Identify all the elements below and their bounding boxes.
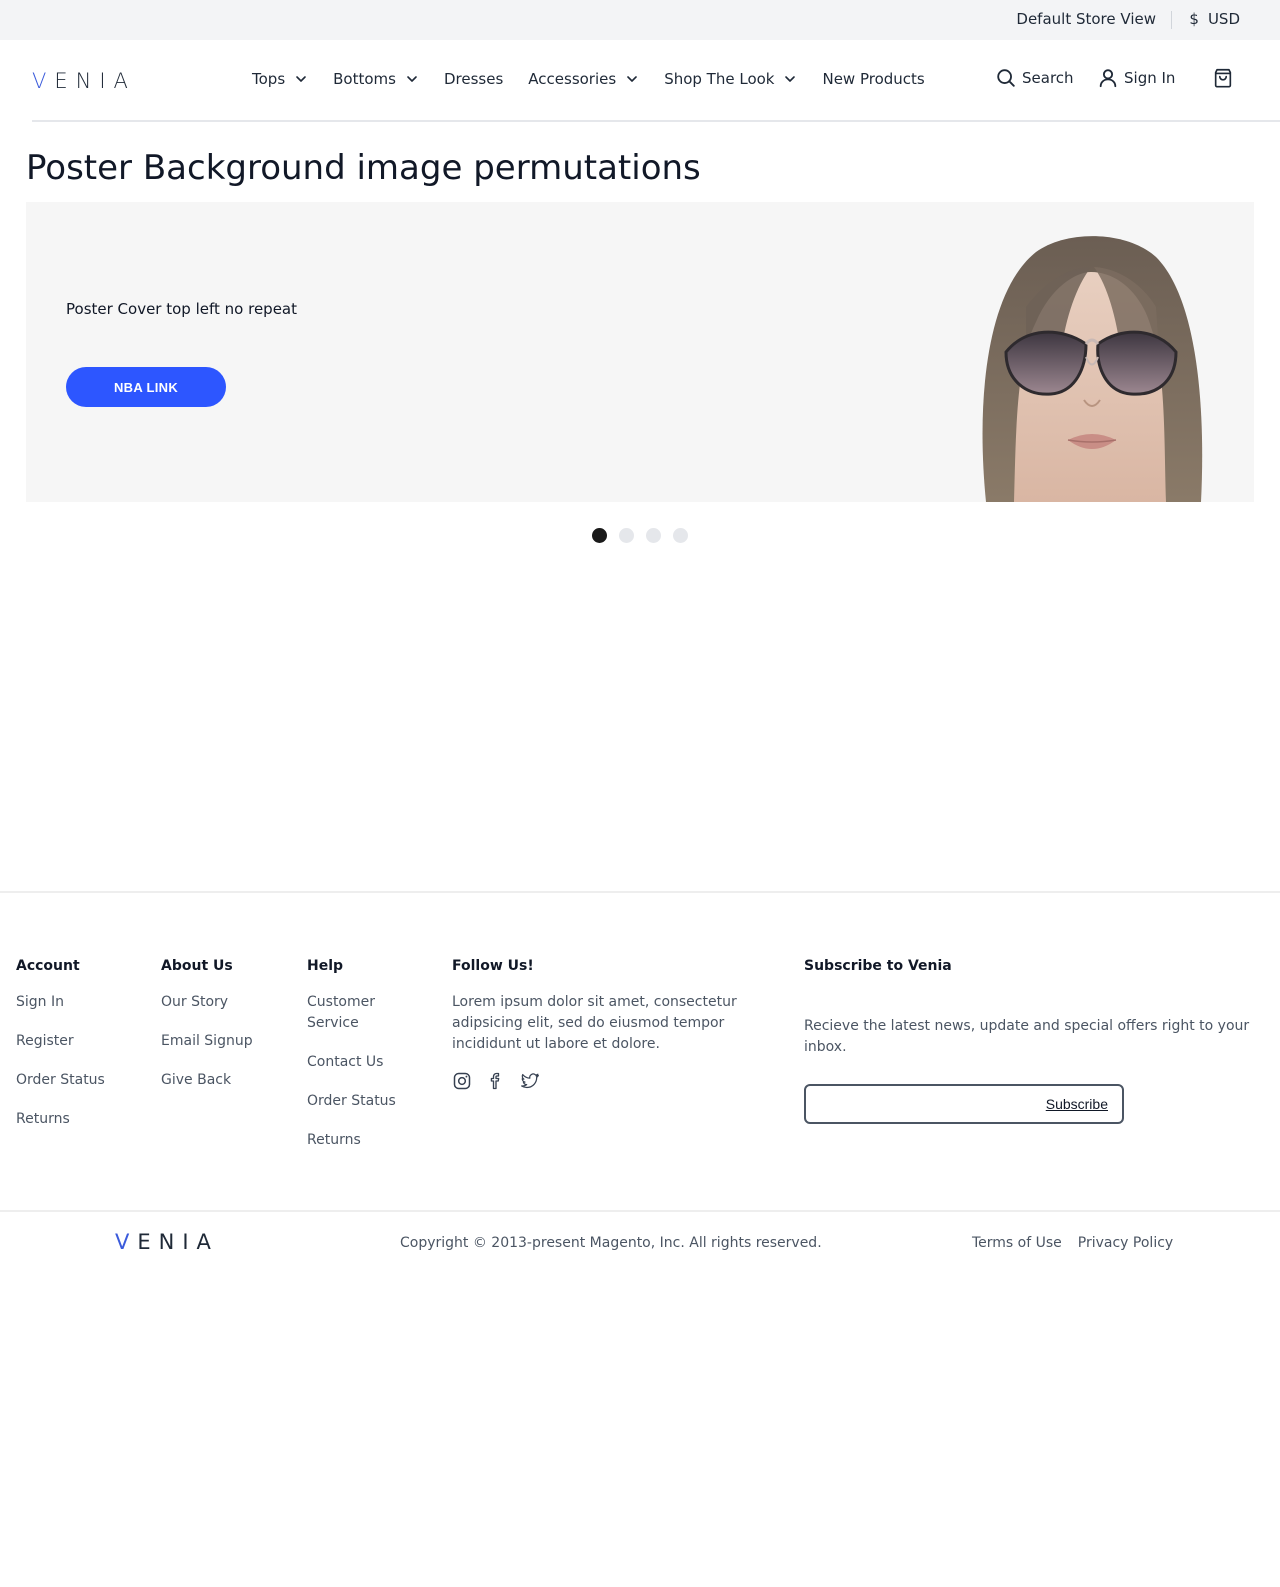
subscribe-email-input[interactable]	[814, 1092, 1034, 1116]
footer-heading: Follow Us!	[452, 958, 534, 974]
user-icon	[1099, 69, 1117, 88]
nba-link-button[interactable]: NBA LINK	[66, 367, 226, 407]
carousel-dot-1[interactable]	[592, 528, 607, 543]
footer-link-order-status[interactable]: Order Status	[16, 1070, 105, 1091]
terms-of-use-link[interactable]: Terms of Use	[972, 1235, 1062, 1251]
social-links	[452, 1071, 742, 1095]
footer-link-contact-us[interactable]: Contact Us	[307, 1052, 417, 1073]
subscribe-description: Recieve the latest news, update and spec…	[804, 1018, 1250, 1055]
twitter-icon[interactable]	[520, 1071, 540, 1095]
search-trigger[interactable]: Search	[995, 67, 1074, 89]
footer-heading: About Us	[161, 958, 233, 974]
nav-item-new-products[interactable]: New Products	[822, 70, 924, 88]
legal-links: Terms of Use Privacy Policy	[972, 1235, 1189, 1251]
nav-item-bottoms[interactable]: Bottoms	[333, 70, 419, 88]
poster-banner: Poster Cover top left no repeat NBA LINK	[26, 202, 1254, 502]
footer-link-our-story[interactable]: Our Story	[161, 992, 253, 1013]
footer-venia-logo[interactable]: VENIA	[115, 1230, 219, 1254]
sign-in-trigger[interactable]: Sign In	[1097, 67, 1175, 89]
currency-switcher[interactable]: $ USD	[1189, 10, 1240, 28]
currency-symbol: $	[1189, 10, 1199, 28]
site-header: VENIA Tops Bottoms Dresses Accessories S…	[0, 40, 1280, 122]
currency-code: USD	[1207, 10, 1240, 28]
nav-item-tops[interactable]: Tops	[252, 70, 308, 88]
nav-item-shop-the-look[interactable]: Shop The Look	[664, 70, 797, 88]
nav-label: Bottoms	[333, 70, 396, 88]
carousel-dots	[592, 528, 700, 543]
page-title: Poster Background image permutations	[26, 148, 701, 188]
footer-column-help: Help Customer Service Contact Us Order S…	[307, 958, 417, 1169]
footer-link-customer-service[interactable]: Customer Service	[307, 992, 417, 1034]
nav-label: Dresses	[443, 70, 504, 88]
subscribe-button[interactable]: Subscribe	[1046, 1096, 1108, 1112]
main-navigation: Tops Bottoms Dresses Accessories Shop Th…	[252, 70, 950, 88]
venia-logo[interactable]: VENIA	[32, 69, 136, 93]
footer-link-returns[interactable]: Returns	[307, 1130, 417, 1151]
carousel-dot-2[interactable]	[619, 528, 634, 543]
footer-link-register[interactable]: Register	[16, 1031, 105, 1052]
store-switcher[interactable]: Default Store View	[1016, 10, 1156, 28]
shopping-bag-icon	[1214, 68, 1232, 88]
logo-v: V	[32, 69, 55, 93]
footer-column-account: Account Sign In Register Order Status Re…	[16, 958, 105, 1148]
sign-in-label: Sign In	[1124, 69, 1176, 87]
nav-item-accessories[interactable]: Accessories	[528, 70, 639, 88]
nav-label: Shop The Look	[664, 70, 775, 88]
footer-link-give-back[interactable]: Give Back	[161, 1070, 253, 1091]
footer-column-subscribe: Subscribe to Venia Recieve the latest ne…	[804, 958, 1274, 1058]
footer-column-follow: Follow Us! Lorem ipsum dolor sit amet, c…	[452, 958, 742, 1095]
nav-item-dresses[interactable]: Dresses	[444, 70, 503, 88]
privacy-policy-link[interactable]: Privacy Policy	[1078, 1235, 1173, 1251]
utility-divider	[1171, 11, 1172, 29]
footer-link-email-signup[interactable]: Email Signup	[161, 1031, 253, 1052]
footer-heading: Subscribe to Venia	[804, 958, 952, 974]
facebook-icon[interactable]	[486, 1071, 506, 1095]
logo-v: V	[115, 1230, 138, 1254]
search-label: Search	[1022, 69, 1074, 87]
banner-text: Poster Cover top left no repeat	[66, 300, 297, 318]
nav-label: Tops	[252, 70, 286, 88]
carousel-dot-4[interactable]	[673, 528, 688, 543]
follow-text: Lorem ipsum dolor sit amet, consectetur …	[452, 994, 737, 1052]
chevron-down-icon	[627, 76, 637, 82]
nav-label: New Products	[822, 70, 925, 88]
chevron-down-icon	[785, 76, 796, 82]
chevron-down-icon	[407, 76, 417, 82]
chevron-down-icon	[296, 76, 306, 82]
footer-heading: Account	[16, 958, 80, 974]
footer-heading: Help	[307, 958, 344, 974]
copyright-text: Copyright © 2013-present Magento, Inc. A…	[400, 1235, 822, 1251]
carousel-dot-3[interactable]	[646, 528, 661, 543]
subscribe-form: Subscribe	[804, 1084, 1124, 1124]
footer-divider	[0, 891, 1280, 893]
nav-label: Accessories	[528, 70, 617, 88]
cart-trigger[interactable]	[1212, 67, 1239, 93]
model-portrait-image	[982, 236, 1203, 502]
header-divider	[32, 120, 1280, 122]
footer-link-returns[interactable]: Returns	[16, 1109, 105, 1130]
footer-link-sign-in[interactable]: Sign In	[16, 992, 105, 1013]
instagram-icon[interactable]	[452, 1071, 472, 1095]
footer-link-order-status[interactable]: Order Status	[307, 1091, 417, 1112]
utility-bar: Default Store View $ USD	[0, 0, 1280, 40]
footer-bottom-divider	[0, 1210, 1280, 1212]
footer-column-about: About Us Our Story Email Signup Give Bac…	[161, 958, 253, 1109]
search-icon	[997, 69, 1015, 87]
